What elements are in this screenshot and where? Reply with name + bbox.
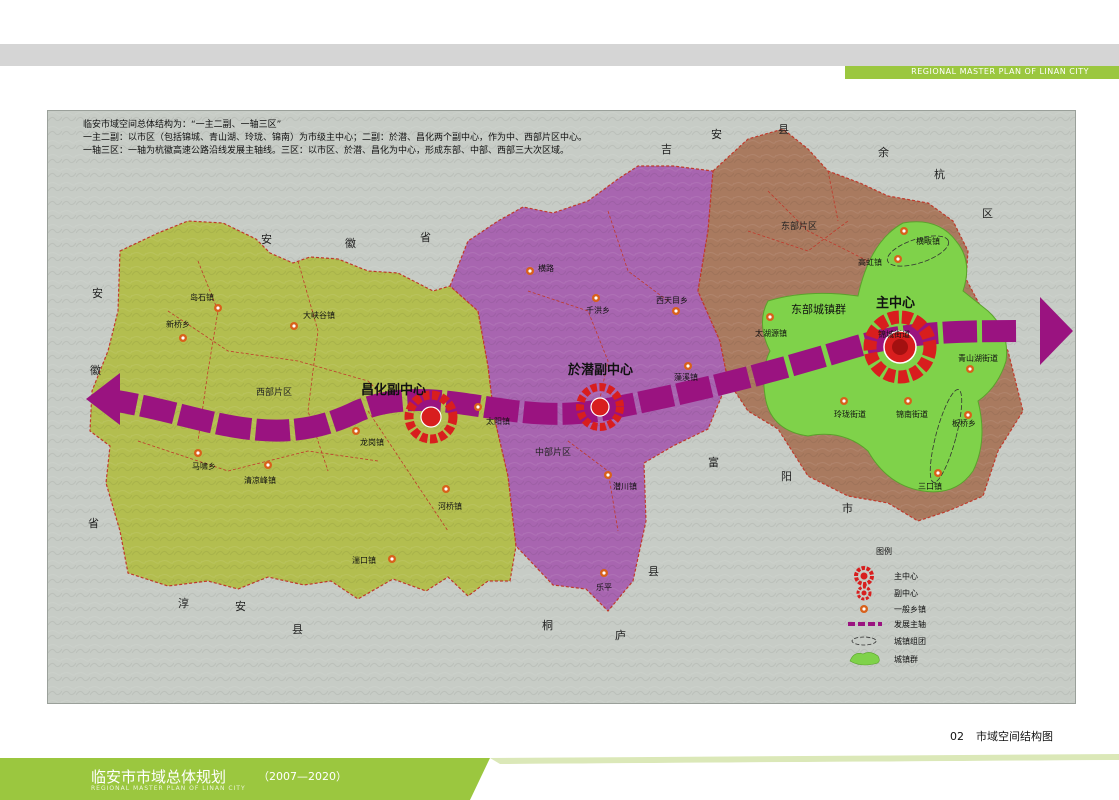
province-char: 庐 [615, 628, 626, 642]
header-english-title: REGIONAL MASTER PLAN OF LINAN CITY [911, 67, 1089, 76]
town-label: 锦城街道 [878, 329, 910, 339]
province-char: 区 [982, 207, 993, 220]
province-char: 徽 [90, 363, 101, 377]
town-label: 清凉峰镇 [244, 475, 276, 485]
top-green-band: REGIONAL MASTER PLAN OF LINAN CITY [845, 66, 1119, 79]
province-char: 县 [648, 565, 659, 578]
town-label: 西天目乡 [656, 296, 688, 305]
legend-title: 图例 [876, 546, 892, 556]
intro-line: 临安市域空间总体结构为：“一主二副、一轴三区” [83, 120, 282, 130]
province-char: 安 [711, 127, 722, 141]
town-label: 板桥乡 [952, 418, 976, 428]
town-icon [214, 304, 222, 312]
town-label: 河桥镇 [438, 501, 462, 511]
town-label: 岛石镇 [190, 292, 214, 302]
intro-text: 临安市域空间总体结构为：“一主二副、一轴三区” 一主二副：以市区（包括锦城、青山… [83, 119, 587, 158]
town-icon [264, 461, 272, 469]
intro-line: 一主二副：以市区（包括锦城、青山湖、玲珑、锦南）为市级主中心；二副：於潜、昌化两… [83, 133, 588, 143]
town-label: 新桥乡 [166, 319, 190, 329]
footer-subtitle: REGIONAL MASTER PLAN OF LINAN CITY [91, 785, 246, 792]
province-char: 安 [235, 599, 246, 613]
town-icon [766, 313, 774, 321]
province-char: 省 [420, 231, 431, 244]
town-label: 玲珑街道 [834, 409, 866, 419]
town-label: 龙岗镇 [360, 437, 384, 447]
province-char: 余 [878, 145, 889, 159]
zone-label-east-cluster: 东部城镇群 [791, 302, 846, 316]
town-icon [894, 255, 902, 263]
town-icon [964, 411, 972, 419]
town-icon [290, 322, 298, 330]
province-char: 安 [92, 286, 103, 300]
main-center-label: 主中心 [876, 295, 915, 311]
province-char: 县 [778, 123, 789, 136]
town-icon [934, 469, 942, 477]
zone-label-central: 中部片区 [535, 446, 571, 458]
town-icon [672, 307, 680, 315]
town-label: 横畈镇 [916, 236, 940, 246]
zone-label-east: 东部片区 [781, 220, 817, 232]
legend-label: 城镇群 [894, 654, 918, 664]
town-icon [526, 267, 534, 275]
town-label: 锦南街道 [896, 409, 928, 419]
town-label: 藻溪镇 [674, 372, 698, 382]
town-icon [474, 403, 482, 411]
town-label: 马啸乡 [192, 461, 216, 471]
page-title: 市域空间结构图 [976, 730, 1053, 743]
province-char: 市 [842, 501, 853, 515]
province-char: 安 [261, 232, 272, 246]
town-icon [860, 605, 868, 613]
town-label: 潜川镇 [613, 481, 637, 491]
town-label: 青山湖街道 [958, 353, 998, 363]
province-char: 省 [88, 517, 99, 530]
town-label: 乐平 [596, 582, 612, 592]
legend-label: 发展主轴 [894, 619, 926, 629]
zone-label-west: 西部片区 [256, 386, 292, 398]
town-icon [966, 365, 974, 373]
footer-title: 临安市市域总体规划 [91, 768, 227, 786]
town-icon [904, 397, 912, 405]
legend-label: 主中心 [894, 571, 918, 581]
town-label: 三口镇 [918, 481, 942, 491]
town-label: 太湖源镇 [755, 328, 787, 338]
town-icon [179, 334, 187, 342]
town-icon [442, 485, 450, 493]
town-icon [600, 569, 608, 577]
town-icon [388, 555, 396, 563]
province-char: 吉 [661, 143, 672, 156]
top-gray-bar [0, 44, 1119, 66]
town-icon [840, 397, 848, 405]
province-char: 徽 [345, 236, 356, 250]
province-char: 淳 [178, 596, 189, 610]
province-char: 县 [292, 623, 303, 636]
town-icon [592, 294, 600, 302]
province-char: 杭 [934, 167, 945, 181]
map-canvas: 安 徽 省 安 徽 省 安 吉 县 余 杭 区 富 阳 市 桐 庐 县 淳 安 … [48, 111, 1075, 703]
page-number: 02 [950, 730, 964, 743]
footer-years: （2007—2020） [258, 770, 347, 783]
legend-label: 城镇组团 [894, 636, 926, 646]
province-char: 富 [708, 455, 719, 469]
town-icon [684, 362, 692, 370]
map-frame: 安 徽 省 安 徽 省 安 吉 县 余 杭 区 富 阳 市 桐 庐 县 淳 安 … [47, 110, 1076, 704]
town-label: 高虹镇 [858, 257, 882, 267]
legend-label: 副中心 [894, 588, 918, 598]
town-label: 大峡谷镇 [303, 310, 335, 320]
town-icon [194, 449, 202, 457]
town-label: 横路 [538, 263, 554, 273]
town-label: 千洪乡 [586, 305, 610, 315]
province-char: 桐 [542, 618, 553, 632]
page-caption: 02 市域空间结构图 [950, 728, 1065, 744]
legend-label: 一般乡镇 [894, 604, 926, 614]
intro-line: 一轴三区：一轴为杭徽高速公路沿线发展主轴线。三区：以市区、於潜、昌化为中心，形成… [83, 146, 570, 156]
town-label: 太阳镇 [486, 416, 510, 426]
town-label: 湍口镇 [352, 555, 376, 565]
province-char: 阳 [781, 470, 792, 483]
town-icon [352, 427, 360, 435]
town-icon [604, 471, 612, 479]
yuqian-center-label: 於潜副中心 [568, 362, 633, 378]
town-icon [900, 227, 908, 235]
changhua-center-label: 昌化副中心 [361, 382, 426, 398]
